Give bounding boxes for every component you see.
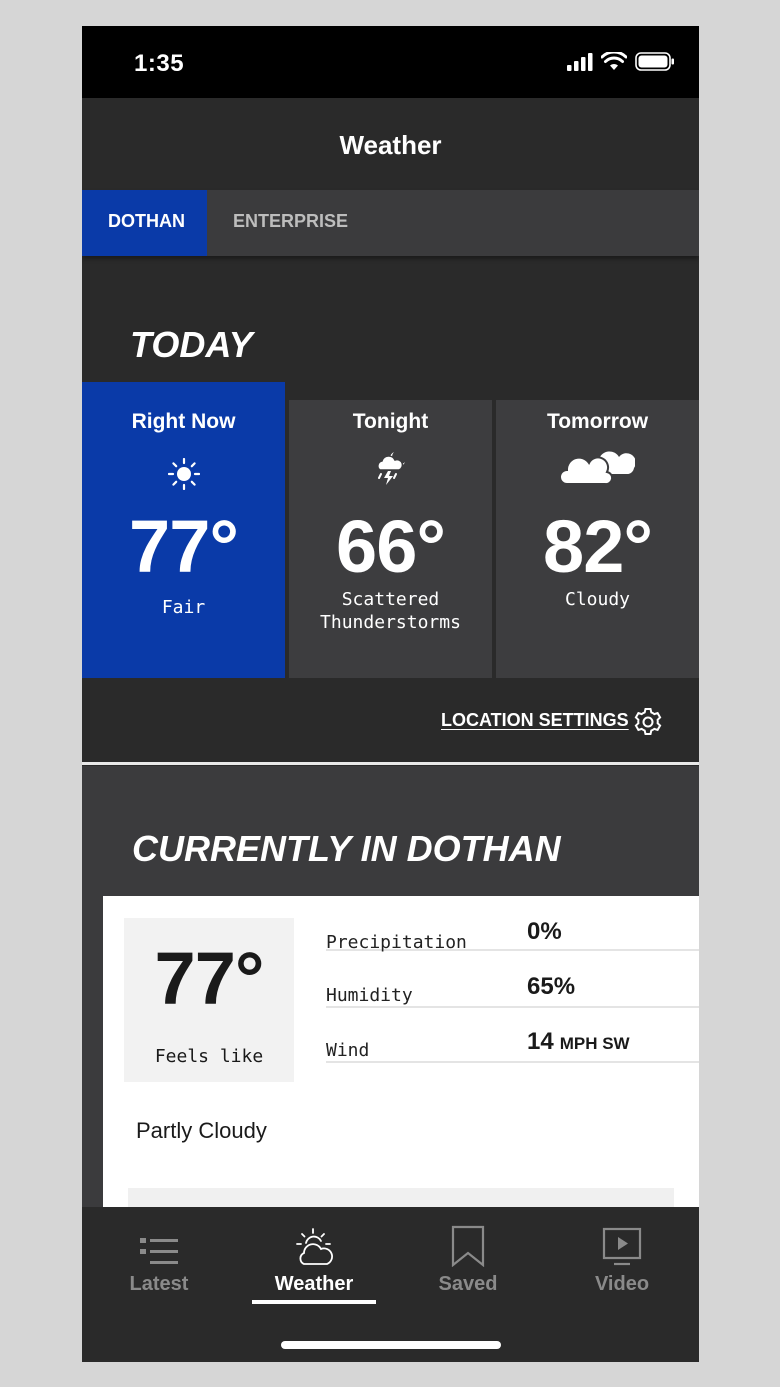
card-label: Right Now <box>131 410 236 433</box>
stat-label: Wind <box>326 1040 370 1061</box>
list-icon <box>140 1238 178 1264</box>
sun-icon <box>167 458 200 490</box>
status-time: 1:35 <box>134 50 185 77</box>
card-temperature: 77° <box>129 505 239 588</box>
app-header: Weather <box>82 98 699 190</box>
stat-unit: MPH SW <box>559 1034 630 1053</box>
location-settings-link[interactable]: LOCATION SETTINGS <box>441 710 629 731</box>
nav-latest[interactable]: Latest <box>89 1207 229 1296</box>
cloudy-icon <box>560 451 635 486</box>
card-condition-line1: Scattered <box>341 589 440 610</box>
card-label: Tonight <box>352 410 429 433</box>
status-bar: 1:35 <box>82 26 699 98</box>
stat-value-group: 14 MPH SW <box>527 1028 630 1056</box>
forecast-card-tonight[interactable]: Tonight 66° Scattered Thunderstorms <box>289 400 492 678</box>
home-indicator[interactable] <box>281 1341 501 1349</box>
feels-like-temperature: 77° <box>154 937 265 1020</box>
stat-value: 14 <box>527 1028 554 1055</box>
location-tabs: DOTHAN ENTERPRISE <box>82 190 699 256</box>
nav-label: Latest <box>129 1273 189 1295</box>
stat-value: 0% <box>527 918 562 945</box>
gear-icon[interactable] <box>632 706 664 738</box>
signal-icon <box>567 52 593 71</box>
card-condition: Cloudy <box>564 589 631 610</box>
nav-video[interactable]: Video <box>552 1207 692 1296</box>
feels-like-label: Feels like <box>154 1046 264 1067</box>
phone-screen: 1:35 Weather DOTHAN ENTERPRISE TODAY Rig… <box>82 26 699 1362</box>
card-temperature: 66° <box>336 505 446 588</box>
video-icon <box>602 1227 642 1266</box>
nav-label: Weather <box>274 1273 354 1295</box>
nav-label: Video <box>594 1273 650 1295</box>
bottom-navigation: Latest Weather Saved Video <box>82 1207 699 1362</box>
stat-row-wind: Wind 14 MPH SW <box>326 1008 699 1063</box>
stat-row-humidity: Humidity 65% <box>326 953 699 1008</box>
nav-weather[interactable]: Weather <box>244 1207 384 1296</box>
current-condition-text: Partly Cloudy <box>136 1118 267 1143</box>
stat-row-precipitation: Precipitation 0% <box>326 896 699 953</box>
active-tab-indicator <box>252 1300 376 1304</box>
nav-saved[interactable]: Saved <box>398 1207 538 1296</box>
forecast-card-right-now[interactable]: Right Now 77° Fair <box>82 382 285 678</box>
wifi-icon <box>601 52 627 70</box>
weather-icon <box>296 1228 333 1265</box>
tab-enterprise[interactable]: ENTERPRISE <box>207 190 374 256</box>
currently-heading: CURRENTLY IN DOTHAN <box>132 828 561 869</box>
battery-icon <box>635 52 674 71</box>
feels-like-box: 77° Feels like <box>124 918 294 1082</box>
system-indicators <box>567 52 675 71</box>
card-temperature: 82° <box>543 505 653 588</box>
thunderstorm-icon <box>376 452 405 485</box>
tab-dothan[interactable]: DOTHAN <box>82 190 207 256</box>
today-heading: TODAY <box>130 324 253 365</box>
stat-label: Humidity <box>326 985 413 1006</box>
section-divider <box>82 762 699 765</box>
stat-label: Precipitation <box>326 932 467 953</box>
nav-label: Saved <box>438 1273 498 1295</box>
bookmark-icon <box>451 1225 485 1267</box>
current-conditions-panel: 77° Feels like Precipitation 0% Humidity… <box>103 896 699 1236</box>
card-label: Tomorrow <box>546 410 649 433</box>
card-condition: Fair <box>161 597 206 618</box>
page-title: Weather <box>339 130 442 160</box>
forecast-card-tomorrow[interactable]: Tomorrow 82° Cloudy <box>496 400 699 678</box>
stat-value: 65% <box>527 973 576 1000</box>
card-condition-line2: Thunderstorms <box>320 612 461 633</box>
